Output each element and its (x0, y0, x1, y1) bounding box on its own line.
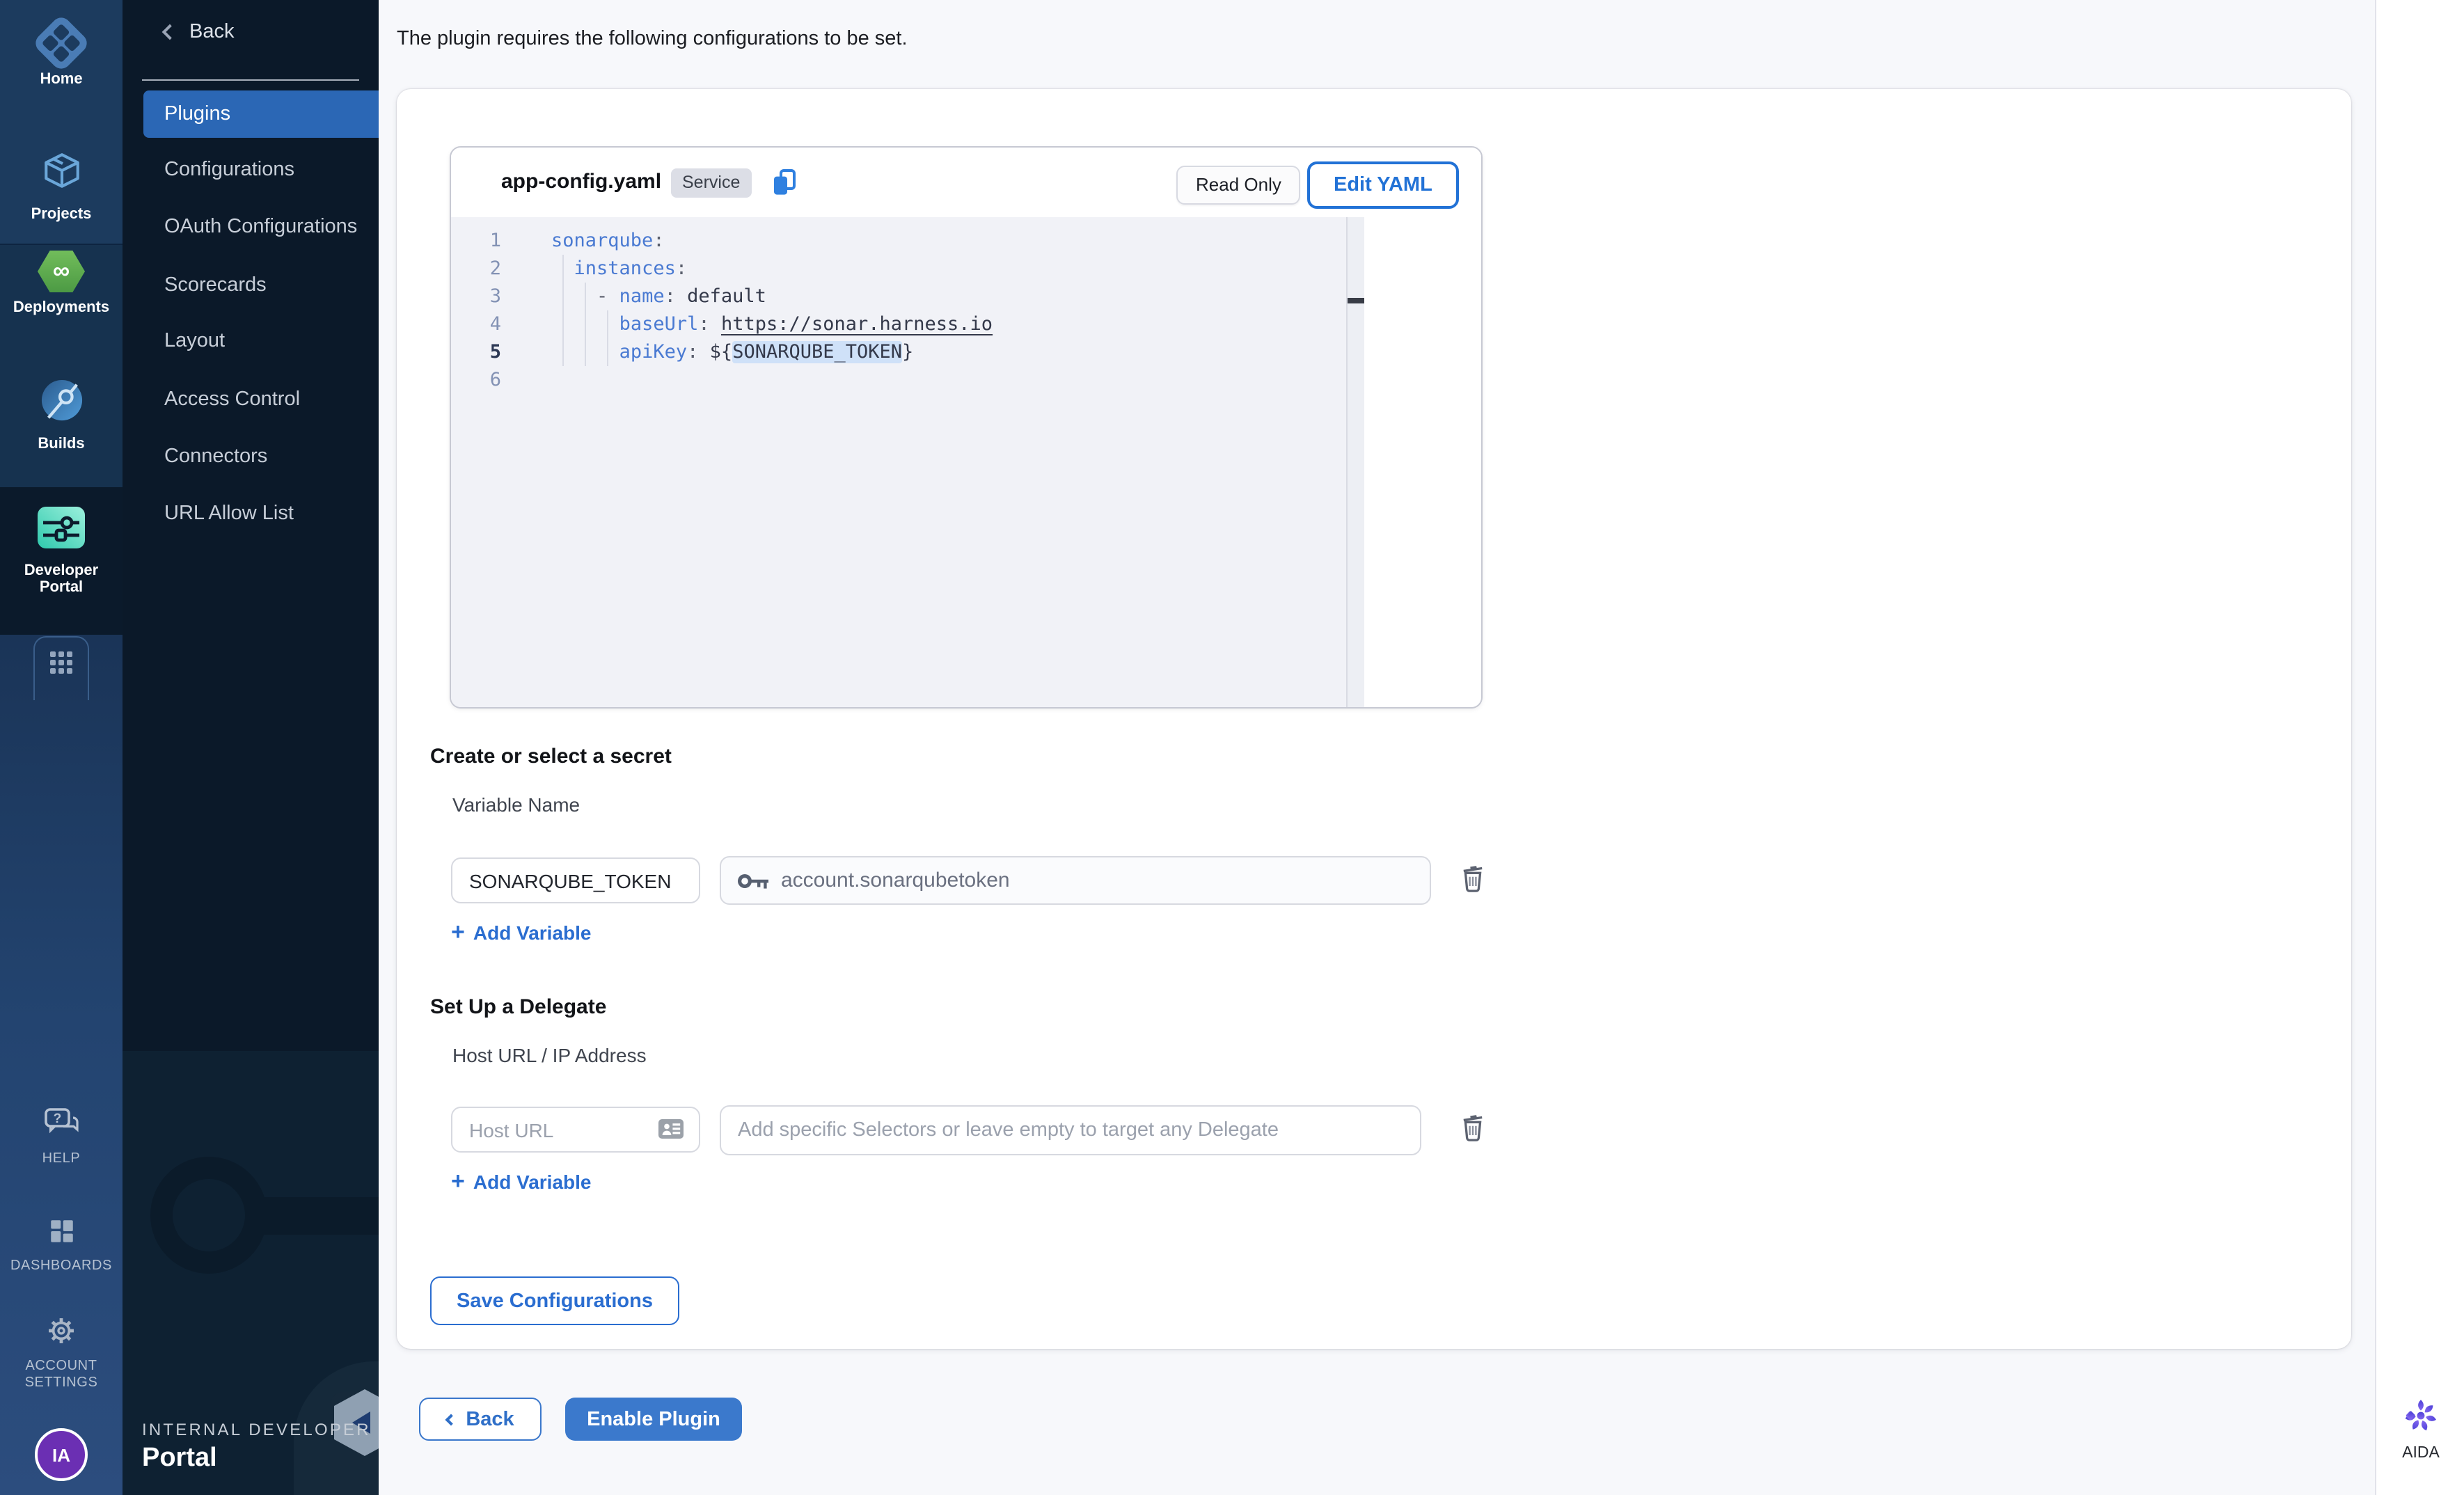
editor-gutter: 123456 (451, 217, 518, 709)
help-chat-icon: ? (42, 1107, 80, 1139)
subnav-artwork: INTERNAL DEVELOPER Portal (123, 1051, 379, 1495)
module-label: Builds (0, 436, 123, 452)
sidebar-item-home[interactable]: Home (0, 17, 123, 88)
subnav-divider (142, 79, 359, 81)
user-avatar[interactable]: IA (35, 1428, 88, 1481)
delete-delegate-row-icon[interactable] (1459, 1112, 1487, 1143)
deployments-infinity-icon (38, 251, 85, 292)
read-only-button[interactable]: Read Only (1176, 166, 1301, 205)
brand-line-2: Portal (142, 1443, 371, 1474)
add-variable-link-secret[interactable]: + Add Variable (451, 921, 592, 944)
module-grid-icon[interactable] (50, 651, 72, 674)
sidebar-item-projects[interactable]: Projects (0, 149, 123, 223)
key-icon (738, 872, 768, 889)
variable-name-input[interactable] (451, 857, 700, 903)
module-label: Home (0, 71, 123, 88)
file-name: app-config.yaml (501, 170, 661, 193)
subnav-item-connectors[interactable]: Connectors (123, 433, 379, 480)
module-label: Deployments (0, 299, 123, 316)
decorative-bar (262, 1197, 379, 1235)
sidebar-item-deployments[interactable]: Deployments (0, 251, 123, 316)
dashboards-icon (47, 1217, 76, 1246)
sidebar-item-dashboards[interactable]: DASHBOARDS (0, 1217, 123, 1274)
yaml-code-editor[interactable]: 123456 sonarqube: instances: - name: def… (451, 217, 1346, 709)
back-button[interactable]: Back (419, 1398, 542, 1441)
sidebar-item-help[interactable]: ? HELP (0, 1107, 123, 1167)
developer-portal-icon (38, 507, 85, 548)
subnav-back-button[interactable]: Back (164, 21, 235, 43)
utility-label: ACCOUNT SETTINGS (17, 1359, 106, 1391)
secret-reference-value: account.sonarqubetoken (781, 869, 1010, 892)
main-content: The plugin requires the following config… (379, 0, 2375, 1495)
secret-select-field[interactable]: account.sonarqubetoken (720, 856, 1431, 905)
copy-icon[interactable] (770, 167, 798, 198)
subnav-item-oauth-configurations[interactable]: OAuth Configurations (123, 203, 379, 251)
subnav-item-layout[interactable]: Layout (123, 317, 379, 365)
delegate-selector-input[interactable] (720, 1105, 1421, 1155)
page-intro-text: The plugin requires the following config… (397, 28, 908, 50)
builds-icon (40, 379, 83, 422)
gear-icon (46, 1315, 77, 1346)
module-label: Projects (0, 206, 123, 223)
back-button-label: Back (466, 1408, 514, 1430)
service-badge: Service (671, 168, 751, 198)
chevron-left-icon (162, 24, 178, 40)
subnav-item-scorecards[interactable]: Scorecards (123, 262, 379, 309)
module-rail: Home Projects Deployments (0, 0, 123, 1495)
yaml-editor-header: app-config.yaml Service Read Only Edit Y… (451, 148, 1481, 217)
sidebar-item-builds[interactable]: Builds (0, 379, 123, 452)
add-variable-link-delegate[interactable]: + Add Variable (451, 1171, 592, 1193)
brand-block: INTERNAL DEVELOPER Portal (142, 1420, 371, 1474)
utility-label: DASHBOARDS (0, 1258, 123, 1274)
add-variable-label: Add Variable (473, 1171, 592, 1193)
yaml-editor-card: app-config.yaml Service Read Only Edit Y… (450, 146, 1483, 709)
host-url-label: Host URL / IP Address (452, 1044, 647, 1066)
configuration-card: app-config.yaml Service Read Only Edit Y… (397, 89, 2351, 1349)
sidebar-item-developer-portal[interactable]: Developer Portal (0, 507, 123, 596)
aida-flower-icon (2403, 1398, 2439, 1434)
plus-icon: + (451, 923, 465, 942)
decorative-ring (150, 1157, 267, 1274)
delegate-section-title: Set Up a Delegate (430, 995, 606, 1019)
harness-logo-icon (32, 14, 91, 73)
input-type-card-icon[interactable] (658, 1119, 684, 1139)
variable-name-label: Variable Name (452, 793, 580, 816)
utility-label: HELP (0, 1151, 123, 1167)
subnav-item-url-allow-list[interactable]: URL Allow List (123, 490, 379, 537)
secret-section-title: Create or select a secret (430, 745, 672, 768)
indent-guide (562, 255, 564, 366)
app-screen: Home Projects Deployments (0, 0, 2464, 1495)
editor-scrollbar[interactable] (1346, 217, 1364, 709)
editor-code: sonarqube: instances: - name: default ba… (551, 217, 993, 709)
chevron-left-icon (445, 1414, 457, 1425)
cube-icon (40, 149, 83, 192)
aida-assistant-button[interactable]: AIDA (2376, 1398, 2464, 1462)
indent-guide (585, 283, 586, 366)
save-configurations-button[interactable]: Save Configurations (430, 1276, 679, 1325)
editor-scrollbar-thumb[interactable] (1348, 298, 1364, 303)
indent-guide (607, 310, 608, 366)
edit-yaml-button[interactable]: Edit YAML (1307, 161, 1459, 209)
aida-label: AIDA (2376, 1445, 2464, 1462)
sidebar-item-account-settings[interactable]: ACCOUNT SETTINGS (0, 1315, 123, 1391)
subnav-item-configurations[interactable]: Configurations (123, 146, 379, 193)
back-label: Back (189, 21, 235, 43)
enable-plugin-button[interactable]: Enable Plugin (565, 1398, 742, 1441)
aida-rail: AIDA (2375, 0, 2464, 1495)
brand-line-1: INTERNAL DEVELOPER (142, 1420, 371, 1439)
plugin-subnav: Back Plugins Configurations OAuth Config… (123, 0, 379, 1495)
add-variable-label: Add Variable (473, 921, 592, 944)
plus-icon: + (451, 1172, 465, 1192)
delete-variable-icon[interactable] (1459, 863, 1487, 894)
subnav-item-access-control[interactable]: Access Control (123, 376, 379, 423)
svg-text:?: ? (53, 1112, 61, 1126)
subnav-item-plugins[interactable]: Plugins (143, 90, 379, 138)
module-label: Developer Portal (18, 562, 104, 596)
